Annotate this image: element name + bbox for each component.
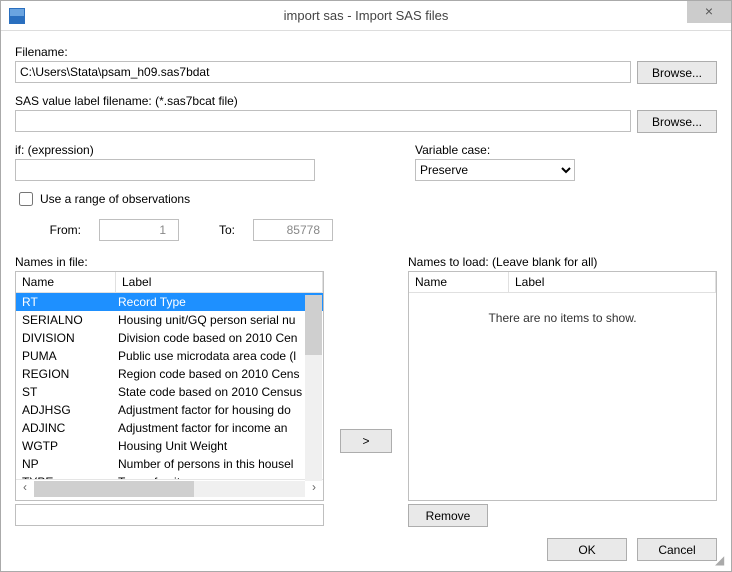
- table-row[interactable]: DIVISIONDivision code based on 2010 Cen: [16, 329, 323, 347]
- remove-button[interactable]: Remove: [408, 504, 488, 527]
- cell-name: ADJINC: [16, 419, 116, 437]
- col2-header-label[interactable]: Label: [509, 272, 716, 292]
- filename-browse-button[interactable]: Browse...: [637, 61, 717, 84]
- use-range-checkbox[interactable]: [19, 192, 33, 206]
- names-to-load-table[interactable]: Name Label There are no items to show.: [408, 271, 717, 501]
- to-input: [253, 219, 333, 241]
- scroll-right-icon[interactable]: ›: [305, 480, 323, 498]
- table-row[interactable]: NPNumber of persons in this housel: [16, 455, 323, 473]
- cell-label: Public use microdata area code (l: [116, 347, 323, 365]
- cell-label: Division code based on 2010 Cen: [116, 329, 323, 347]
- table-row[interactable]: SERIALNOHousing unit/GQ person serial nu: [16, 311, 323, 329]
- cell-name: ST: [16, 383, 116, 401]
- cell-label: State code based on 2010 Census: [116, 383, 323, 401]
- cell-name: RT: [16, 293, 116, 311]
- sas-value-label: SAS value label filename: (*.sas7bcat fi…: [15, 94, 717, 108]
- cell-name: REGION: [16, 365, 116, 383]
- cell-label: Type of unit: [116, 473, 323, 479]
- table-row[interactable]: WGTPHousing Unit Weight: [16, 437, 323, 455]
- table-row[interactable]: ADJHSGAdjustment factor for housing do: [16, 401, 323, 419]
- use-range-label: Use a range of observations: [40, 192, 190, 206]
- table-row[interactable]: ADJINCAdjustment factor for income an: [16, 419, 323, 437]
- cancel-button[interactable]: Cancel: [637, 538, 717, 561]
- table-row[interactable]: TYPEType of unit: [16, 473, 323, 479]
- filter-input[interactable]: [15, 504, 324, 526]
- cell-label: Region code based on 2010 Cens: [116, 365, 323, 383]
- cell-name: SERIALNO: [16, 311, 116, 329]
- move-right-button[interactable]: >: [340, 429, 392, 453]
- cell-label: Housing unit/GQ person serial nu: [116, 311, 323, 329]
- sas-value-input[interactable]: [15, 110, 631, 132]
- names-in-file-table[interactable]: Name Label RTRecord TypeSERIALNOHousing …: [15, 271, 324, 501]
- table-row[interactable]: REGIONRegion code based on 2010 Cens: [16, 365, 323, 383]
- dialog-body: Filename: Browse... SAS value label file…: [1, 31, 731, 571]
- names-in-file-label: Names in file:: [15, 255, 324, 269]
- app-icon: [9, 8, 25, 24]
- from-label: From:: [43, 223, 81, 237]
- filename-label: Filename:: [15, 45, 717, 59]
- cell-name: PUMA: [16, 347, 116, 365]
- resize-grip-icon[interactable]: ◢: [715, 555, 729, 569]
- cell-label: Adjustment factor for income an: [116, 419, 323, 437]
- cell-label: Number of persons in this housel: [116, 455, 323, 473]
- cell-name: TYPE: [16, 473, 116, 479]
- ok-button[interactable]: OK: [547, 538, 627, 561]
- dialog-window: import sas - Import SAS files × Filename…: [0, 0, 732, 572]
- sas-value-browse-button[interactable]: Browse...: [637, 110, 717, 133]
- cell-label: Housing Unit Weight: [116, 437, 323, 455]
- titlebar: import sas - Import SAS files ×: [1, 1, 731, 31]
- window-title: import sas - Import SAS files: [1, 8, 731, 23]
- table-row[interactable]: PUMAPublic use microdata area code (l: [16, 347, 323, 365]
- col-header-name[interactable]: Name: [16, 272, 116, 292]
- cell-name: WGTP: [16, 437, 116, 455]
- to-label: To:: [197, 223, 235, 237]
- if-input[interactable]: [15, 159, 315, 181]
- close-button[interactable]: ×: [687, 1, 731, 23]
- cell-name: DIVISION: [16, 329, 116, 347]
- cell-name: ADJHSG: [16, 401, 116, 419]
- from-input: [99, 219, 179, 241]
- cell-label: Adjustment factor for housing do: [116, 401, 323, 419]
- col2-header-name[interactable]: Name: [409, 272, 509, 292]
- varcase-select[interactable]: Preserve: [415, 159, 575, 181]
- table-row[interactable]: RTRecord Type: [16, 293, 323, 311]
- names-to-load-label: Names to load: (Leave blank for all): [408, 255, 717, 269]
- if-label: if: (expression): [15, 143, 315, 157]
- horizontal-scrollbar[interactable]: ‹ ›: [16, 479, 323, 497]
- empty-message: There are no items to show.: [409, 293, 716, 325]
- filename-input[interactable]: [15, 61, 631, 83]
- col-header-label[interactable]: Label: [116, 272, 323, 292]
- scroll-left-icon[interactable]: ‹: [16, 480, 34, 498]
- varcase-label: Variable case:: [415, 143, 635, 157]
- cell-label: Record Type: [116, 293, 323, 311]
- vertical-scrollbar[interactable]: [305, 295, 322, 481]
- table-row[interactable]: STState code based on 2010 Census: [16, 383, 323, 401]
- cell-name: NP: [16, 455, 116, 473]
